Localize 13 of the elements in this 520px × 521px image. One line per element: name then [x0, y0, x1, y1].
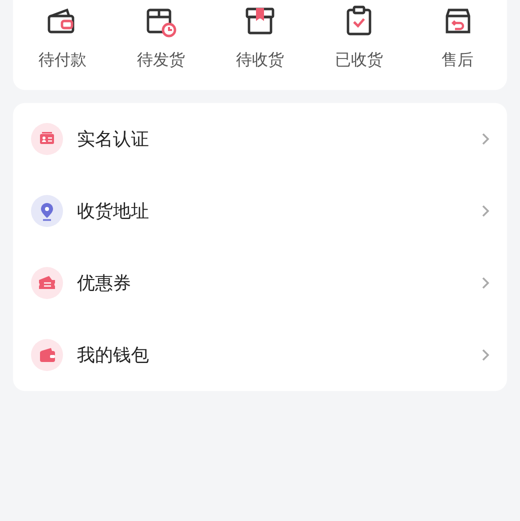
order-status-button[interactable]: 待收货 [210, 0, 310, 71]
menu-item[interactable]: 收货地址 [13, 175, 507, 247]
wallet-icon [31, 339, 63, 371]
order-status-button[interactable]: 待付款 [13, 0, 112, 71]
ticket-icon [31, 267, 63, 299]
location-pin-icon [31, 195, 63, 227]
order-status-button[interactable]: 已收货 [309, 0, 408, 71]
order-status-button[interactable]: 待发货 [112, 0, 211, 71]
menu-item[interactable]: 我的钱包 [13, 319, 507, 391]
menu-item[interactable]: 优惠券 [13, 247, 507, 319]
id-card-icon [31, 123, 63, 155]
order-status-button[interactable]: 售后 [408, 0, 507, 71]
menu-item[interactable]: 实名认证 [13, 103, 507, 175]
